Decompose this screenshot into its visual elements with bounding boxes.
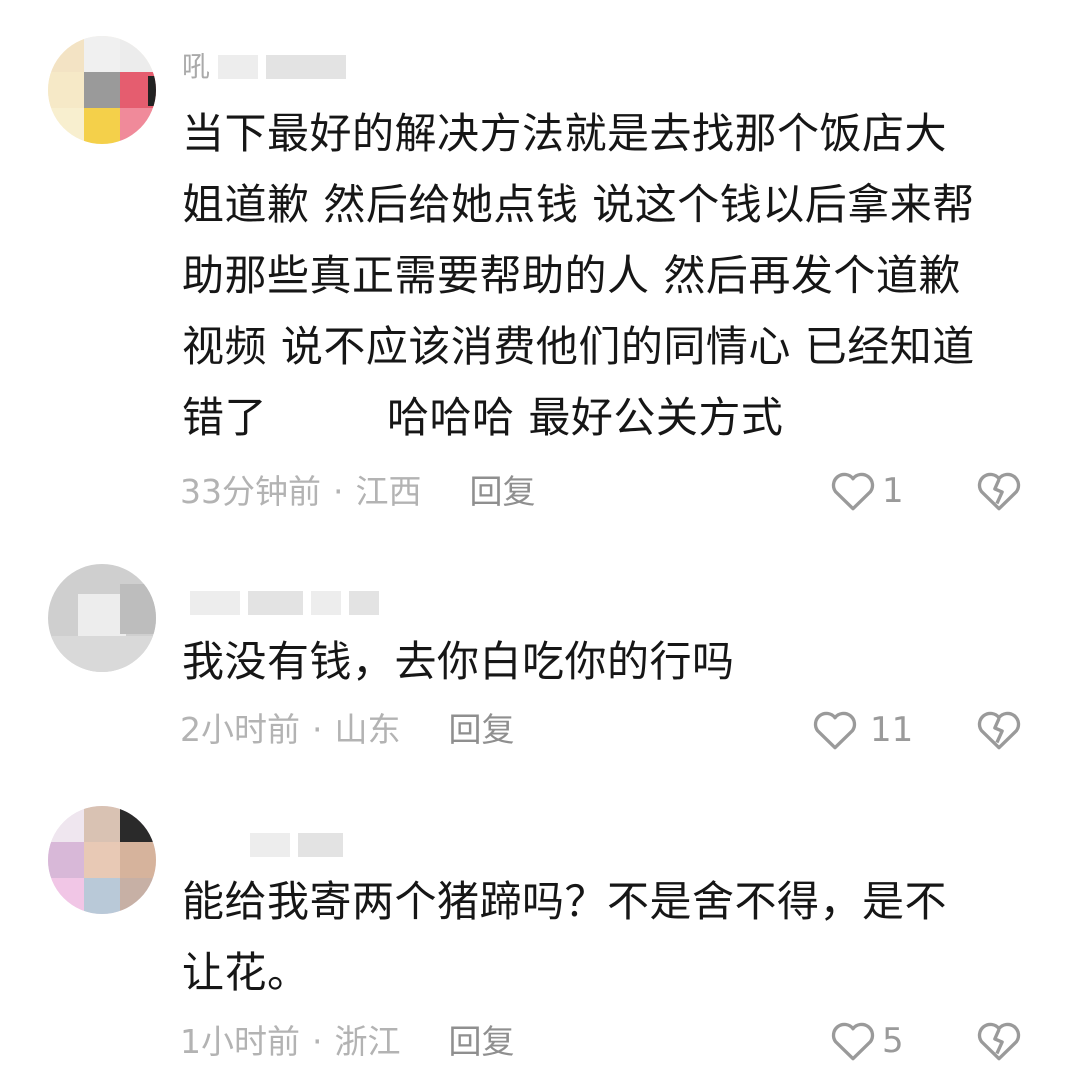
broken-heart-icon[interactable] <box>974 1016 1024 1066</box>
blurred-emoji <box>267 401 387 441</box>
separator: · <box>312 1022 323 1061</box>
heart-outline-icon <box>828 1016 878 1066</box>
username-text: 吼 <box>182 50 211 83</box>
reply-button[interactable]: 回复 <box>449 1020 515 1064</box>
broken-heart-icon[interactable] <box>974 466 1024 516</box>
comment-location: 江西 <box>355 472 422 511</box>
username[interactable] <box>182 830 343 860</box>
comment-location: 山东 <box>334 710 401 749</box>
comment-line: 姐道歉 然后给她点钱 说这个钱以后拿来帮 <box>182 180 975 229</box>
blurred-name <box>250 833 290 857</box>
heart-outline-icon <box>828 466 878 516</box>
comment-line: 助那些真正需要帮助的人 然后再发个道歉 <box>182 251 961 300</box>
comment-text: 我没有钱，去你白吃你的行吗 <box>182 626 1042 697</box>
avatar[interactable] <box>48 36 156 144</box>
comment-line: 能给我寄两个猪蹄吗？不是舍不得，是不 <box>182 877 948 926</box>
comment-fragment: 错了 <box>182 393 268 442</box>
comment-line: 错了 哈哈哈 最好公关方式 <box>182 382 1042 453</box>
comment-line: 让花。 <box>182 948 310 997</box>
separator: · <box>312 710 323 749</box>
like-count: 1 <box>882 471 904 511</box>
blurred-name <box>311 591 341 615</box>
comment-meta: 33分钟前 · 江西 回复 <box>180 470 536 514</box>
comment-time: 2小时前 <box>180 710 300 749</box>
comment-meta: 2小时前 · 山东 回复 <box>180 708 515 752</box>
comment-line: 我没有钱，去你白吃你的行吗 <box>182 637 735 686</box>
heart-outline-icon <box>810 705 860 755</box>
comment-line: 视频 说不应该消费他们的同情心 已经知道 <box>182 322 975 371</box>
avatar[interactable] <box>48 806 156 914</box>
like-count: 5 <box>882 1021 904 1061</box>
like-count: 11 <box>870 710 914 750</box>
like-button[interactable]: 1 <box>828 466 904 516</box>
blurred-name <box>266 55 347 79</box>
comment-text: 当下最好的解决方法就是去找那个饭店大 姐道歉 然后给她点钱 说这个钱以后拿来帮 … <box>182 98 1042 453</box>
comment-text: 能给我寄两个猪蹄吗？不是舍不得，是不 让花。 <box>182 866 1042 1008</box>
comment-location: 浙江 <box>334 1022 401 1061</box>
blurred-name <box>190 591 240 615</box>
broken-heart-icon[interactable] <box>974 705 1024 755</box>
comment-meta: 1小时前 · 浙江 回复 <box>180 1020 515 1064</box>
comment-time: 33分钟前 <box>180 472 321 511</box>
username[interactable]: 吼 <box>182 50 347 83</box>
reply-button[interactable]: 回复 <box>449 708 515 752</box>
comment-time: 1小时前 <box>180 1022 300 1061</box>
blurred-name <box>349 591 379 615</box>
blurred-name <box>218 55 259 79</box>
comment-line: 当下最好的解决方法就是去找那个饭店大 <box>182 109 948 158</box>
like-button[interactable]: 5 <box>828 1016 904 1066</box>
reply-button[interactable]: 回复 <box>470 470 536 514</box>
comment-fragment: 哈哈哈 最好公关方式 <box>387 393 784 442</box>
username[interactable] <box>182 588 379 618</box>
separator: · <box>333 472 344 511</box>
blurred-name <box>248 591 303 615</box>
like-button[interactable]: 11 <box>810 705 913 755</box>
avatar[interactable] <box>48 564 156 672</box>
blurred-name <box>298 833 343 857</box>
